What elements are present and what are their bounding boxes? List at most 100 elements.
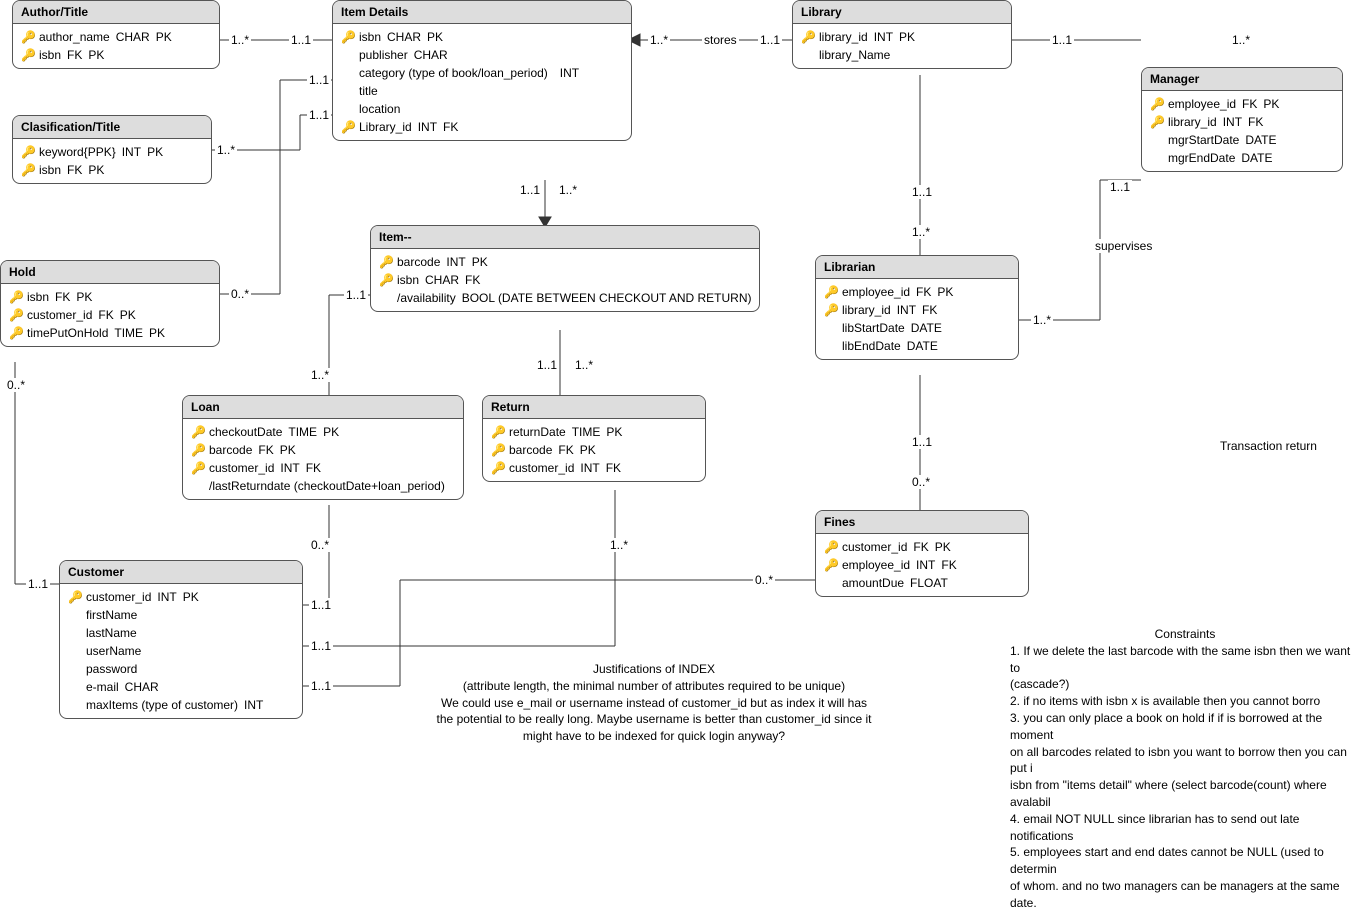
cardinality-label: 1..1 xyxy=(307,73,331,87)
attr-row: 🔑isbnFKPK xyxy=(17,46,215,64)
entity-library: Library 🔑library_idINTPK 🔑library_Name xyxy=(792,0,1012,69)
cardinality-label: 0..* xyxy=(753,573,775,587)
entity-librarian: Librarian 🔑employee_idFKPK 🔑library_idIN… xyxy=(815,255,1019,360)
cardinality-label: 1..1 xyxy=(910,435,934,449)
attr-row: 🔑e-mailCHAR xyxy=(64,678,298,696)
key-icon: 🔑 xyxy=(9,308,23,322)
attr-row: 🔑library_idINTFK xyxy=(1146,113,1338,131)
entity-body: 🔑customer_idFKPK 🔑employee_idINTFK 🔑amou… xyxy=(816,534,1028,596)
cardinality-label: 0..* xyxy=(910,475,932,489)
cardinality-label: 1..1 xyxy=(309,679,333,693)
entity-fines: Fines 🔑customer_idFKPK 🔑employee_idINTFK… xyxy=(815,510,1029,597)
cardinality-label: 1..* xyxy=(910,225,932,239)
attr-row: 🔑library_idINTFK xyxy=(820,301,1014,319)
cardinality-label: 0..* xyxy=(5,378,27,392)
key-icon: 🔑 xyxy=(21,48,35,62)
cardinality-label: 1..1 xyxy=(309,639,333,653)
attr-row: 🔑barcodeFKPK xyxy=(487,441,701,459)
entity-body: 🔑employee_idFKPK 🔑library_idINTFK 🔑mgrSt… xyxy=(1142,91,1342,171)
attr-row: 🔑isbnFKPK xyxy=(17,161,207,179)
cardinality-label: 0..* xyxy=(309,538,331,552)
entity-manager: Manager 🔑employee_idFKPK 🔑library_idINTF… xyxy=(1141,67,1343,172)
key-icon: 🔑 xyxy=(1150,97,1164,111)
entity-header: Manager xyxy=(1142,68,1342,91)
entity-body: 🔑author_nameCHARPK 🔑isbnFKPK xyxy=(13,24,219,68)
attr-row: 🔑amountDueFLOAT xyxy=(820,574,1024,592)
entity-body: 🔑employee_idFKPK 🔑library_idINTFK 🔑libSt… xyxy=(816,279,1018,359)
cardinality-label: 1..* xyxy=(309,368,331,382)
cardinality-label: 1..* xyxy=(608,538,630,552)
attr-row: 🔑/lastReturndate (checkoutDate+loan_peri… xyxy=(187,477,459,495)
cardinality-label: 1..1 xyxy=(309,598,333,612)
key-icon: 🔑 xyxy=(341,30,355,44)
cardinality-label: 1..* xyxy=(215,143,237,157)
justifications-title: Justifications of INDEX xyxy=(424,661,884,678)
key-icon: 🔑 xyxy=(191,425,205,439)
attr-row: 🔑employee_idFKPK xyxy=(820,283,1014,301)
attr-row: 🔑library_idINTPK xyxy=(797,28,1007,46)
key-icon: 🔑 xyxy=(21,30,35,44)
entity-body: 🔑keyword{PPK}INTPK 🔑isbnFKPK xyxy=(13,139,211,183)
cardinality-label: 1..* xyxy=(573,358,595,372)
key-icon: 🔑 xyxy=(801,30,815,44)
attr-row: 🔑mgrEndDateDATE xyxy=(1146,149,1338,167)
key-icon: 🔑 xyxy=(68,590,82,604)
entity-return: Return 🔑returnDateTIMEPK 🔑barcodeFKPK 🔑c… xyxy=(482,395,706,482)
constraints-note: Constraints 1. If we delete the last bar… xyxy=(1010,626,1357,912)
cardinality-label: 1..* xyxy=(648,33,670,47)
entity-item-details: Item Details 🔑isbnCHARPK 🔑publisherCHAR … xyxy=(332,0,632,141)
key-icon: 🔑 xyxy=(9,290,23,304)
cardinality-label: 1..* xyxy=(1230,33,1252,47)
key-icon: 🔑 xyxy=(491,461,505,475)
key-icon: 🔑 xyxy=(824,540,838,554)
attr-row: 🔑isbnCHARFK xyxy=(375,271,755,289)
text-label: Transaction return xyxy=(1218,439,1319,453)
cardinality-label: 1..1 xyxy=(307,108,331,122)
attr-row: 🔑customer_idINTFK xyxy=(187,459,459,477)
attr-row: 🔑barcodeFKPK xyxy=(187,441,459,459)
attr-row: 🔑libStartDateDATE xyxy=(820,319,1014,337)
entity-header: Item Details xyxy=(333,1,631,24)
attr-row: 🔑isbnFKPK xyxy=(5,288,215,306)
attr-row: 🔑maxItems (type of customer)INT xyxy=(64,696,298,714)
cardinality-label: 0..* xyxy=(229,287,251,301)
cardinality-label: 1..* xyxy=(557,183,579,197)
entity-header: Hold xyxy=(1,261,219,284)
attr-row: 🔑customer_idFKPK xyxy=(5,306,215,324)
cardinality-label: 1..1 xyxy=(344,288,368,302)
key-icon: 🔑 xyxy=(491,425,505,439)
entity-header: Clasification/Title xyxy=(13,116,211,139)
entity-header: Customer xyxy=(60,561,302,584)
attr-row: 🔑title xyxy=(337,82,627,100)
entity-header: Loan xyxy=(183,396,463,419)
attr-row: 🔑customer_idINTPK xyxy=(64,588,298,606)
attr-row: 🔑userName xyxy=(64,642,298,660)
attr-row: 🔑customer_idINTFK xyxy=(487,459,701,477)
attr-row: 🔑author_nameCHARPK xyxy=(17,28,215,46)
cardinality-label: 1..1 xyxy=(518,183,542,197)
cardinality-label: 1..1 xyxy=(535,358,559,372)
key-icon: 🔑 xyxy=(379,273,393,287)
entity-body: 🔑barcodeINTPK 🔑isbnCHARFK 🔑/availability… xyxy=(371,249,759,311)
attr-row: 🔑barcodeINTPK xyxy=(375,253,755,271)
relationship-label: stores xyxy=(702,33,739,47)
key-icon: 🔑 xyxy=(824,303,838,317)
entity-hold: Hold 🔑isbnFKPK 🔑customer_idFKPK 🔑timePut… xyxy=(0,260,220,347)
attr-row: 🔑/availabilityBOOL (DATE BETWEEN CHECKOU… xyxy=(375,289,755,307)
entity-header: Item-- xyxy=(371,226,759,249)
entity-header: Fines xyxy=(816,511,1028,534)
entity-customer: Customer 🔑customer_idINTPK 🔑firstName 🔑l… xyxy=(59,560,303,719)
attr-row: 🔑location xyxy=(337,100,627,118)
attr-row: 🔑customer_idFKPK xyxy=(820,538,1024,556)
cardinality-label: 1..1 xyxy=(1050,33,1074,47)
entity-body: 🔑customer_idINTPK 🔑firstName 🔑lastName 🔑… xyxy=(60,584,302,718)
entity-body: 🔑checkoutDateTIMEPK 🔑barcodeFKPK 🔑custom… xyxy=(183,419,463,499)
relationship-label: supervises xyxy=(1093,239,1154,253)
cardinality-label: 1..1 xyxy=(1108,180,1132,194)
attr-row: 🔑libEndDateDATE xyxy=(820,337,1014,355)
attr-row: 🔑lastName xyxy=(64,624,298,642)
entity-loan: Loan 🔑checkoutDateTIMEPK 🔑barcodeFKPK 🔑c… xyxy=(182,395,464,500)
attr-row: 🔑publisherCHAR xyxy=(337,46,627,64)
cardinality-label: 1..* xyxy=(1031,313,1053,327)
attr-row: 🔑returnDateTIMEPK xyxy=(487,423,701,441)
